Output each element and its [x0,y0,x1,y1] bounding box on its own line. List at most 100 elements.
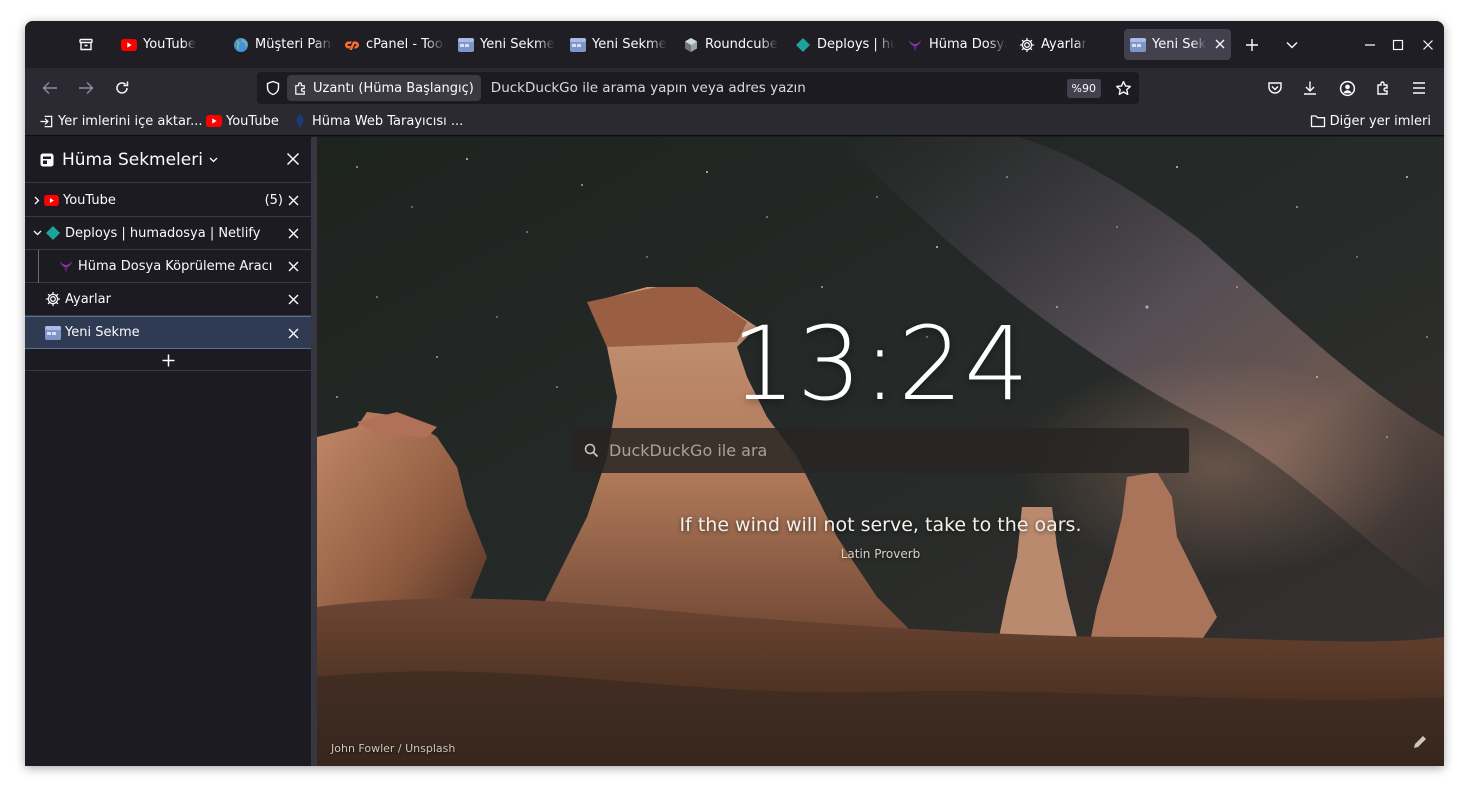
newtab-icon [1130,37,1146,53]
quote-text: If the wind will not serve, take to the … [679,514,1082,536]
tab-yeni-sekme-active[interactable]: Yeni Sekme [1124,29,1231,60]
sidebar-new-tab-button[interactable] [25,350,311,371]
tab-label: Ayarlar [1041,37,1087,52]
tab-deploys[interactable]: Deploys | humadosya [789,29,895,60]
sidebar-item-youtube[interactable]: YouTube (5) [25,184,311,217]
huma-web-icon [292,113,308,129]
tab-strip: YouTube Müşteri Paneli cPanel - Tools Ye… [25,21,1444,68]
tab-musteri-paneli[interactable]: Müşteri Paneli [227,29,333,60]
sidebar-item-huma-dosya[interactable]: Hüma Dosya Köprüleme Aracı [25,250,311,283]
other-bookmarks[interactable]: Diğer yer imleri [1310,113,1431,129]
maximize-button[interactable] [1386,33,1410,57]
new-tab-page: 13:24 DuckDuckGo ile ara If the wind wil… [317,137,1444,766]
minimize-button[interactable] [1358,33,1382,57]
sidebar-item-label: YouTube [63,192,116,208]
sidebar-close-icon[interactable] [286,152,300,166]
tab-cpanel[interactable]: cPanel - Tools [338,29,445,60]
pocket-icon [1268,82,1282,94]
sidebar-title[interactable]: Hüma Sekmeleri [62,150,203,170]
maximize-icon [1392,39,1404,51]
url-bar[interactable]: Uzantı (Hüma Başlangıç) DuckDuckGo ile a… [257,72,1139,104]
forward-button[interactable] [70,72,102,104]
sidebar-header: Hüma Sekmeleri [25,137,311,183]
close-icon[interactable] [285,225,301,241]
archive-icon [79,38,93,50]
tab-label: Müşteri Paneli [255,37,333,52]
tab-label: Yeni Sekme [1152,37,1206,52]
tab-label: Deploys | humadosya [817,37,895,52]
sidebar-item-label: Hüma Dosya Köprüleme Aracı [78,258,273,274]
chevron-down-icon[interactable] [33,230,42,236]
tab-manager-button[interactable] [71,29,101,60]
bookmark-import[interactable]: Yer imlerini içe aktar... [38,113,203,129]
reload-button[interactable] [106,72,138,104]
app-menu-button[interactable] [1403,72,1435,104]
account-button[interactable] [1331,72,1363,104]
tab-youtube[interactable]: YouTube [115,29,223,60]
gear-icon [45,291,61,307]
search-input[interactable]: DuckDuckGo ile ara [609,441,767,460]
photo-credit[interactable]: John Fowler / Unsplash [331,742,455,755]
new-tab-button[interactable] [1237,29,1267,60]
extensions-button[interactable] [1367,72,1399,104]
quote-author: Latin Proverb [840,547,921,561]
sidebar-item-label: Deploys | humadosya | Netlify [65,225,261,241]
bookmark-label: Diğer yer imleri [1329,113,1431,129]
sidebar-item-deploys[interactable]: Deploys | humadosya | Netlify [25,217,311,250]
tab-yeni-sekme-2[interactable]: Yeni Sekme [564,29,670,60]
sidebar-item-ayarlar[interactable]: Ayarlar [25,283,311,316]
browser-window: YouTube Müşteri Paneli cPanel - Tools Ye… [25,21,1444,766]
huma-icon [58,258,74,274]
chevron-right-icon[interactable] [34,196,40,205]
clock: 13:24 [731,305,1030,424]
tab-huma-dosya[interactable]: Hüma Dosya [901,29,1007,60]
back-button[interactable] [34,72,66,104]
url-input[interactable]: DuckDuckGo ile arama yapın veya adres ya… [491,80,806,96]
tab-label: cPanel - Tools [366,37,445,52]
puzzle-icon [293,81,308,96]
tab-roundcube[interactable]: Roundcube [677,29,783,60]
tab-ayarlar[interactable]: Ayarlar [1013,29,1119,60]
puzzle-icon [1377,81,1388,95]
pocket-button[interactable] [1259,72,1291,104]
downloads-button[interactable] [1294,72,1326,104]
close-icon[interactable] [285,291,301,307]
zoom-indicator[interactable]: %90 [1066,79,1101,98]
close-icon[interactable] [285,192,301,208]
tab-close-icon[interactable] [1215,37,1225,53]
globe-icon [233,37,249,53]
tab-label: YouTube [143,37,196,52]
list-all-tabs-button[interactable] [1277,29,1307,60]
youtube-icon [206,113,222,129]
plus-icon [162,354,174,366]
newtab-icon [570,37,586,53]
search-icon [584,443,599,458]
extension-identity-button[interactable]: Uzantı (Hüma Başlangıç) [287,75,481,101]
search-box[interactable]: DuckDuckGo ile ara [571,428,1189,473]
youtube-icon [121,37,137,53]
close-window-button[interactable] [1416,33,1440,57]
gear-icon [1019,37,1035,53]
edit-pencil-icon[interactable] [1412,734,1430,752]
minimize-icon [1365,44,1375,46]
chevron-down-icon [1286,41,1298,48]
plus-icon [1246,38,1258,51]
tab-label: Yeni Sekme [480,37,555,52]
close-icon[interactable] [285,258,301,274]
shield-icon[interactable] [265,80,281,100]
bookmark-huma-web[interactable]: Hüma Web Tarayıcısı ... [292,113,463,129]
netlify-icon [45,225,61,241]
bookmark-star-icon[interactable] [1115,80,1132,101]
extension-label: Uzantı (Hüma Başlangıç) [313,80,474,96]
chevron-down-icon[interactable] [209,157,218,163]
youtube-icon [43,192,59,208]
bookmark-label: YouTube [226,113,279,129]
navigation-toolbar: Uzantı (Hüma Başlangıç) DuckDuckGo ile a… [25,68,1444,108]
sidebar-item-yeni-sekme[interactable]: Yeni Sekme [25,316,311,349]
arrow-left-icon [42,82,57,94]
roundcube-icon [683,37,699,53]
close-icon[interactable] [285,325,301,341]
tab-yeni-sekme-1[interactable]: Yeni Sekme [452,29,558,60]
tab-label: Yeni Sekme [592,37,667,52]
bookmark-youtube[interactable]: YouTube [206,113,279,129]
